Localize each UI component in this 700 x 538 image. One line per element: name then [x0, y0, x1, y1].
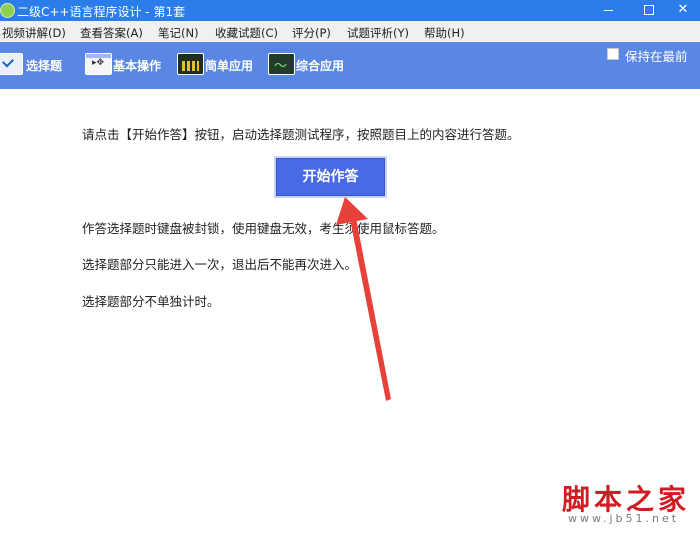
checkmark-icon	[0, 53, 23, 75]
toolbar-simple-app-label: 简单应用	[205, 59, 254, 73]
minimize-icon	[604, 10, 613, 11]
toolbar: 选择题 基本操作 简单应用 综合应用 保持在最前	[0, 42, 700, 89]
menu-favorite-questions[interactable]: 收藏试题(C)	[215, 25, 278, 41]
toolbar-combined-app-button[interactable]: 综合应用	[268, 50, 350, 78]
window-title: 二级C++语言程序设计 - 第1套	[17, 5, 186, 19]
toolbar-choice-button[interactable]: 选择题	[0, 50, 66, 78]
window-cursor-icon	[85, 53, 112, 75]
toolbar-simple-app-button[interactable]: 简单应用	[177, 50, 259, 78]
keep-on-top-label: 保持在最前	[625, 49, 688, 64]
start-answer-button[interactable]: 开始作答	[276, 158, 385, 196]
instruction-text: 请点击【开始作答】按钮，启动选择题测试程序，按照题目上的内容进行答题。	[82, 127, 520, 142]
timing-note: 选择题部分不单独计时。	[82, 294, 220, 309]
maximize-icon	[644, 5, 654, 15]
menu-question-analysis[interactable]: 试题评析(Y)	[347, 25, 409, 41]
keep-on-top-checkbox[interactable]	[607, 48, 619, 60]
menu-notes[interactable]: 笔记(N)	[158, 25, 199, 41]
toolbar-basic-operation-label: 基本操作	[113, 59, 162, 73]
toolbar-combined-app-label: 综合应用	[296, 59, 345, 73]
single-entry-note: 选择题部分只能进入一次，退出后不能再次进入。	[82, 257, 358, 272]
close-icon: ✕	[677, 2, 689, 17]
toolbar-basic-operation-button[interactable]: 基本操作	[85, 50, 167, 78]
waveform-icon	[268, 53, 295, 75]
menu-bar: 视频讲解(D) 查看答案(A) 笔记(N) 收藏试题(C) 评分(P) 试题评析…	[0, 21, 700, 43]
watermark-url: www.jb51.net	[568, 512, 680, 525]
keyboard-lock-note: 作答选择题时键盘被封锁，使用键盘无效，考生须使用鼠标答题。	[82, 221, 445, 236]
close-button[interactable]: ✕	[660, 0, 700, 21]
title-bar: 二级C++语言程序设计 - 第1套 ✕	[0, 0, 700, 21]
menu-view-answer[interactable]: 查看答案(A)	[80, 25, 143, 41]
annotation-arrow-shaft	[350, 218, 391, 401]
menu-video-explanation[interactable]: 视频讲解(D)	[2, 25, 66, 41]
equalizer-icon	[177, 53, 204, 75]
toolbar-choice-label: 选择题	[26, 59, 63, 73]
app-logo-icon	[0, 3, 15, 18]
menu-help[interactable]: 帮助(H)	[424, 25, 465, 41]
menu-score[interactable]: 评分(P)	[292, 25, 331, 41]
